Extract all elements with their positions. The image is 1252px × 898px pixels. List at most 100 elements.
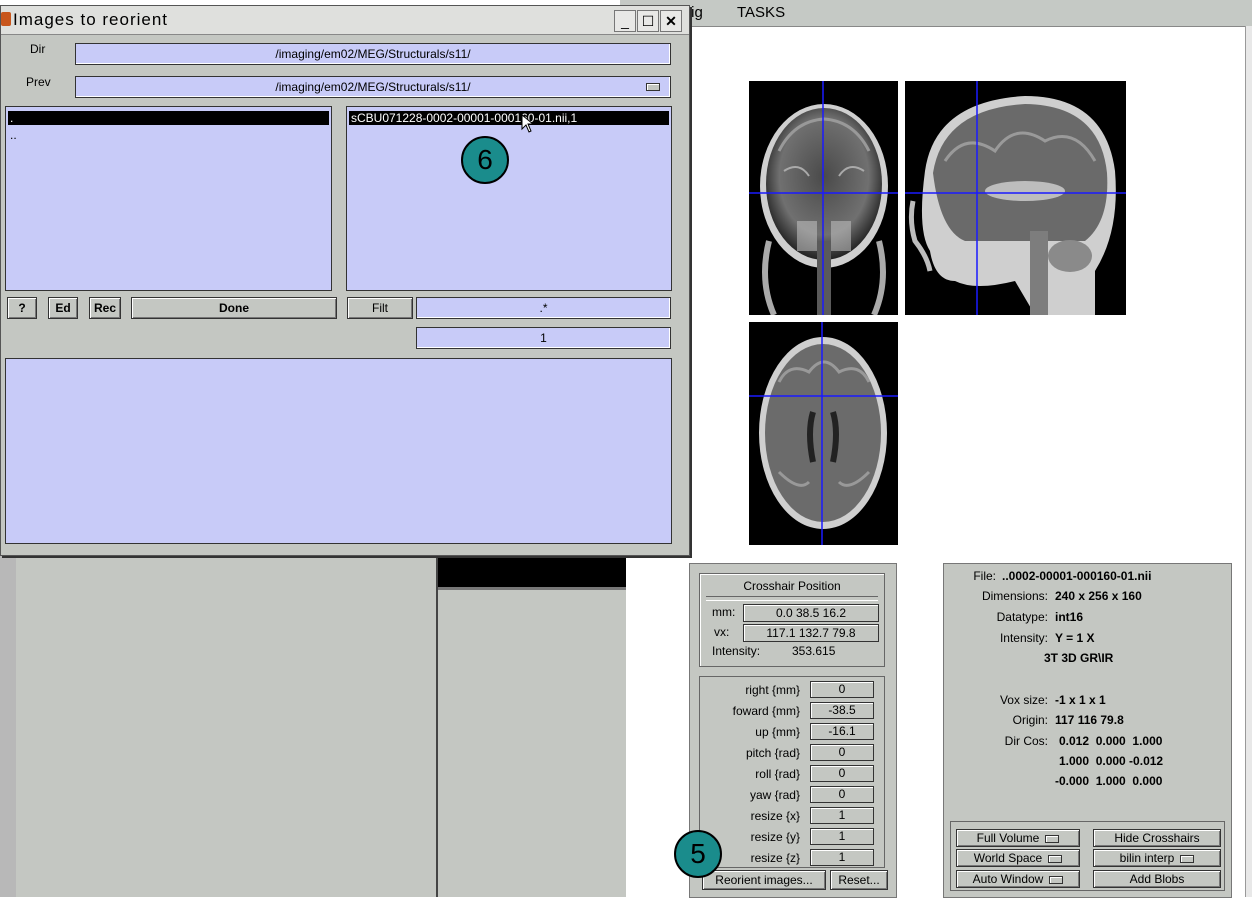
param-input[interactable]: 1 xyxy=(810,807,874,824)
dircos-row: -0.000 1.000 0.000 xyxy=(1055,774,1163,788)
mm-field[interactable]: 0.0 38.5 16.2 xyxy=(743,604,879,622)
world-space-select[interactable]: World Space xyxy=(956,849,1080,867)
prev-dir-select[interactable]: /imaging/em02/MEG/Structurals/s11/ xyxy=(75,76,671,98)
param-label: right {mm} xyxy=(745,683,800,697)
matlab-icon xyxy=(1,12,11,26)
hide-crosshairs-button[interactable]: Hide Crosshairs xyxy=(1093,829,1221,847)
intensity-label: Intensity: xyxy=(712,644,761,658)
dircos-row: 0.012 0.000 1.000 xyxy=(1059,734,1163,748)
frames-input[interactable]: 1 xyxy=(416,327,671,349)
dircos-label: Dir Cos: xyxy=(1004,734,1048,748)
param-input[interactable]: 1 xyxy=(810,828,874,845)
dir-field[interactable]: /imaging/em02/MEG/Structurals/s11/ xyxy=(75,43,671,65)
minimize-icon[interactable]: _ xyxy=(614,10,636,32)
done-button[interactable]: Done xyxy=(131,297,337,319)
intensity-value: Y = 1 X xyxy=(1055,631,1095,645)
sagittal-view[interactable] xyxy=(905,81,1126,315)
full-volume-select[interactable]: Full Volume xyxy=(956,829,1080,847)
file-item-selected[interactable]: sCBU071228-0002-00001-000160-01.nii,1 xyxy=(349,111,669,125)
param-input[interactable]: 1 xyxy=(810,849,874,866)
param-input[interactable]: 0 xyxy=(810,744,874,761)
origin-value: 117 116 79.8 xyxy=(1055,713,1124,727)
crosshair-position-box: Crosshair Position mm: 0.0 38.5 16.2 vx:… xyxy=(699,573,885,667)
maximize-icon[interactable]: ☐ xyxy=(637,10,659,32)
rec-button[interactable]: Rec xyxy=(89,297,121,319)
background-panel-header xyxy=(438,555,626,590)
param-row-resize-y: resize {y} 1 xyxy=(700,828,884,846)
file-label: File: xyxy=(973,569,996,583)
image-info-panel: File: ..0002-00001-000160-01.nii Dimensi… xyxy=(943,563,1232,898)
images-to-reorient-dialog: Images to reorient _ ☐ ✕ Dir /imaging/em… xyxy=(0,5,690,556)
param-input[interactable]: 0 xyxy=(810,765,874,782)
selected-files-list[interactable] xyxy=(5,358,672,544)
param-row-resize-x: resize {x} 1 xyxy=(700,807,884,825)
crosshair-title: Crosshair Position xyxy=(743,579,841,593)
param-row-right: right {mm} 0 xyxy=(700,681,884,699)
vx-field[interactable]: 117.1 132.7 79.8 xyxy=(743,624,879,642)
datatype-value: int16 xyxy=(1055,610,1084,624)
voxsize-value: -1 x 1 x 1 xyxy=(1055,693,1106,707)
param-row-yaw: yaw {rad} 0 xyxy=(700,786,884,804)
dropdown-icon xyxy=(1049,875,1064,884)
interpolation-label: bilin interp xyxy=(1119,851,1175,865)
param-input[interactable]: -16.1 xyxy=(810,723,874,740)
reorient-images-button[interactable]: Reorient images... xyxy=(702,870,826,890)
filter-input[interactable]: .* xyxy=(416,297,671,319)
callout-5: 5 xyxy=(674,830,722,878)
directory-list[interactable]: . .. xyxy=(5,106,332,291)
intensity-value: 353.615 xyxy=(792,644,836,658)
world-space-label: World Space xyxy=(973,851,1043,865)
mouse-cursor-icon xyxy=(521,114,535,133)
prev-label: Prev xyxy=(26,75,51,89)
divider xyxy=(706,596,878,601)
directory-item-selected[interactable]: . xyxy=(8,111,329,125)
background-panel xyxy=(16,555,438,897)
description-value: 3T 3D GR\IR xyxy=(1044,651,1114,665)
close-icon[interactable]: ✕ xyxy=(660,10,682,32)
file-value: ..0002-00001-000160-01.nii xyxy=(1002,569,1152,583)
param-row-forward: foward {mm} -38.5 xyxy=(700,702,884,720)
file-list[interactable]: sCBU071228-0002-00001-000160-01.nii,1 xyxy=(346,106,672,291)
param-label: foward {mm} xyxy=(732,704,800,718)
mm-label: mm: xyxy=(712,605,736,619)
interpolation-select[interactable]: bilin interp xyxy=(1093,849,1221,867)
add-blobs-button[interactable]: Add Blobs xyxy=(1093,870,1221,888)
param-input[interactable]: 0 xyxy=(810,786,874,803)
directory-item[interactable]: .. xyxy=(10,128,17,142)
vx-label: vx: xyxy=(714,625,730,639)
filt-button[interactable]: Filt xyxy=(347,297,413,319)
dropdown-icon xyxy=(646,83,660,91)
dialog-title: Images to reorient xyxy=(13,10,169,29)
reset-button[interactable]: Reset... xyxy=(830,870,888,890)
param-label: pitch {rad} xyxy=(745,746,800,760)
ed-button[interactable]: Ed xyxy=(48,297,78,319)
dircos-row: 1.000 0.000 -0.012 xyxy=(1059,754,1164,768)
param-row-up: up {mm} -16.1 xyxy=(700,723,884,741)
intensity-label: Intensity: xyxy=(999,631,1048,645)
background-panel xyxy=(438,555,626,897)
graphics-menubar: -Fig TASKS xyxy=(620,0,1252,27)
dimensions-value: 240 x 256 x 160 xyxy=(1055,589,1142,603)
dir-label: Dir xyxy=(30,42,46,56)
axial-view[interactable] xyxy=(749,322,898,545)
dropdown-icon xyxy=(1045,834,1060,843)
full-volume-label: Full Volume xyxy=(976,831,1040,845)
dialog-titlebar[interactable]: Images to reorient _ ☐ ✕ xyxy=(1,6,689,35)
prev-dir-value: /imaging/em02/MEG/Structurals/s11/ xyxy=(275,80,471,94)
param-label: roll {rad} xyxy=(755,767,800,781)
param-label: yaw {rad} xyxy=(749,788,800,802)
param-input[interactable]: -38.5 xyxy=(810,702,874,719)
menu-tasks[interactable]: TASKS xyxy=(737,4,785,21)
param-input[interactable]: 0 xyxy=(810,681,874,698)
origin-label: Origin: xyxy=(1012,713,1048,727)
auto-window-label: Auto Window xyxy=(972,872,1044,886)
coronal-view[interactable] xyxy=(749,81,898,315)
auto-window-select[interactable]: Auto Window xyxy=(956,870,1080,888)
param-row-roll: roll {rad} 0 xyxy=(700,765,884,783)
help-button[interactable]: ? xyxy=(7,297,37,319)
param-label: up {mm} xyxy=(755,725,800,739)
reorient-params: right {mm} 0 foward {mm} -38.5 up {mm} -… xyxy=(699,676,885,868)
voxsize-label: Vox size: xyxy=(999,693,1048,707)
dropdown-icon xyxy=(1048,854,1063,863)
param-row-resize-z: resize {z} 1 xyxy=(700,849,884,867)
